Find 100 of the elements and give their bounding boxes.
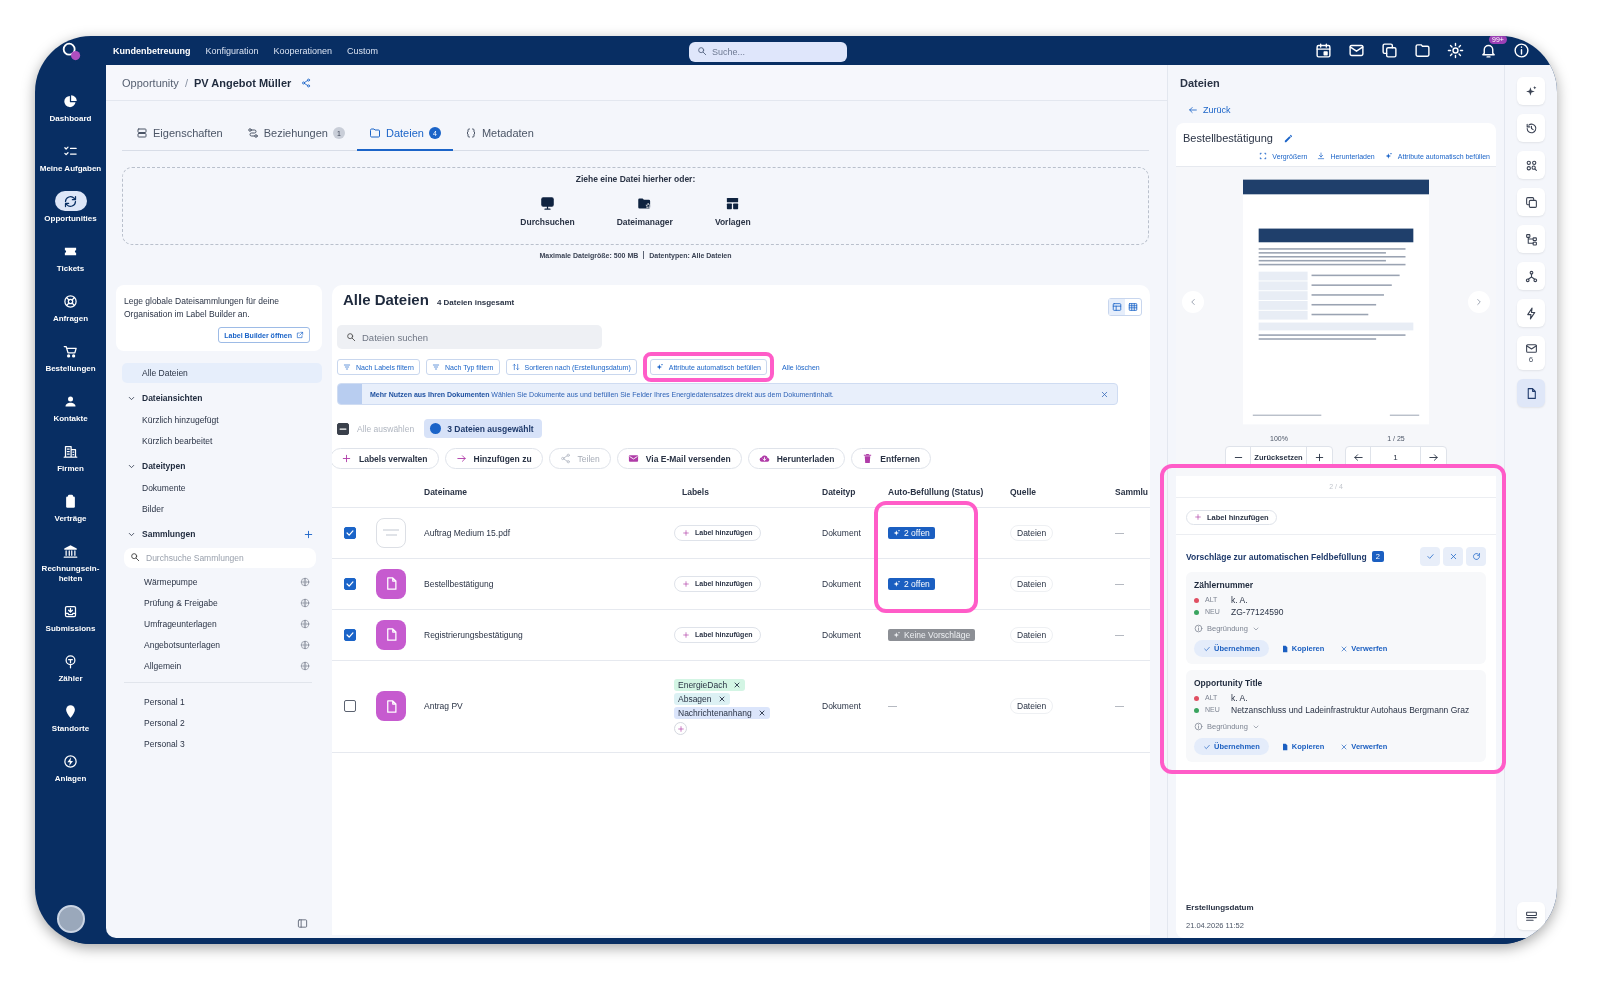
group-header[interactable]: Sammlungen [122, 523, 322, 545]
add-collection-button[interactable] [303, 528, 314, 540]
sidebar-item[interactable]: Kürzlich bearbeitet [122, 430, 322, 451]
menu-item[interactable]: Kooperationen [273, 45, 333, 56]
tab[interactable]: Eigenschaften [124, 117, 235, 151]
close-button[interactable] [1100, 389, 1109, 399]
column-header[interactable]: Dateityp [822, 486, 856, 497]
file-name[interactable]: Registrierungsbestätigung [424, 629, 523, 640]
file-name[interactable]: Auftrag Medium 15.pdf [424, 527, 510, 538]
close-icon [1340, 644, 1349, 653]
search-field[interactable]: Suche... [689, 41, 847, 62]
sidebar-item[interactable]: Allgemein [122, 655, 322, 676]
back-link[interactable]: Zurück [1188, 105, 1496, 115]
view-button[interactable] [1109, 299, 1125, 315]
reject-all-button[interactable] [1443, 547, 1463, 566]
column-header[interactable]: Auto-Befüllung (Status) [888, 486, 984, 497]
nav-item[interactable]: Standorte [38, 701, 103, 734]
group-header[interactable]: Dateiansichten [122, 387, 322, 409]
sidebar-item[interactable]: Bilder [122, 498, 322, 519]
sidebar-tool-button[interactable] [1517, 262, 1545, 290]
nav-item[interactable]: Dashboard [38, 91, 103, 124]
page-field[interactable]: 1 [1371, 447, 1421, 467]
settings-button[interactable] [1446, 41, 1465, 60]
checkbox[interactable] [344, 628, 356, 641]
expand-icon [1259, 152, 1268, 160]
sidebar-tool-button[interactable] [1517, 225, 1545, 253]
sidebar-item[interactable]: Personal 3 [122, 733, 322, 754]
calendar-button[interactable] [1314, 41, 1333, 60]
column-header[interactable]: Labels [682, 486, 709, 497]
sidebar-item[interactable]: Kürzlich hinzugefügt [122, 409, 322, 430]
sidebar-tool-button[interactable] [1517, 379, 1545, 407]
nav-item[interactable]: Bestellungen [38, 341, 103, 374]
action-button[interactable]: Hinzufügen zu [444, 448, 543, 469]
column-header[interactable]: Quelle [1010, 486, 1036, 497]
drop-zone[interactable]: Ziehe eine Datei hierher oder: Durchsuchen Dateimanager Vorlagen [122, 167, 1149, 245]
file-name[interactable]: Bestellbestätigung [424, 578, 494, 589]
search-field[interactable]: Durchsuche Sammlungen [124, 548, 316, 568]
sidebar-tool-button[interactable] [1517, 151, 1545, 179]
filter-icon [432, 363, 440, 371]
sidebar-item[interactable]: Personal 1 [122, 691, 322, 712]
menu-item[interactable]: Custom [347, 45, 379, 56]
status-badge[interactable]: 2 offen [888, 526, 935, 539]
share-button[interactable] [301, 77, 312, 88]
action-button[interactable]: Herunterladen [747, 448, 846, 469]
upload-option[interactable]: Dateimanager [616, 196, 673, 227]
column-header[interactable]: Sammlu [1115, 486, 1149, 497]
column-header[interactable]: Dateiname [424, 486, 467, 497]
action-button[interactable]: Via E-Mail versenden [616, 448, 742, 469]
menu-item[interactable]: Kundenbetreuung [113, 45, 191, 56]
upload-option[interactable]: Vorlagen [714, 196, 751, 227]
checkbox[interactable] [344, 577, 356, 590]
checkbox[interactable] [344, 700, 356, 712]
nav-item[interactable]: Meine Aufgaben [38, 141, 103, 174]
sidebar-item[interactable]: Angebotsunterlagen [122, 634, 322, 655]
status-badge[interactable]: 2 offen [888, 577, 935, 590]
nav-item[interactable]: Kontakte [38, 391, 103, 424]
breadcrumb-link[interactable]: Opportunity [122, 76, 179, 89]
sidebar-item[interactable]: Dokumente [122, 477, 322, 498]
nav-item[interactable]: Opportunities [38, 191, 103, 224]
sidebar-tool-button[interactable] [1517, 188, 1545, 216]
remove-label-button[interactable] [757, 709, 766, 717]
tab[interactable]: Metadaten [452, 117, 546, 151]
sidebar-item[interactable]: Wärmepumpe [122, 571, 322, 592]
nav-item[interactable]: Verträge [38, 491, 103, 524]
action-button[interactable]: Labels verwalten [332, 448, 439, 469]
menu-item[interactable]: Konfiguration [205, 45, 259, 56]
group-header[interactable]: Dateitypen [122, 455, 322, 477]
checkbox[interactable] [344, 526, 356, 539]
sidebar-tool-button[interactable] [1517, 902, 1545, 930]
nav-item[interactable]: Tickets [38, 241, 103, 274]
nav-item[interactable]: Zähler [38, 651, 103, 684]
sidebar-tool-button[interactable] [1517, 299, 1545, 327]
view-toggle[interactable] [1108, 298, 1142, 316]
document-icon [1280, 644, 1289, 653]
edit-button[interactable] [1282, 132, 1294, 144]
folder-button[interactable] [1413, 41, 1432, 60]
refresh-button[interactable] [1466, 547, 1486, 566]
action-button[interactable]: Entfernen [851, 448, 931, 469]
remove-label-button[interactable] [717, 695, 726, 703]
sidebar-tool-button[interactable]: 6 [1517, 336, 1545, 370]
sidebar-item[interactable]: Personal 2 [122, 712, 322, 733]
file-name[interactable]: Antrag PV [424, 701, 463, 711]
collapse-sidebar-button[interactable] [297, 918, 308, 929]
sidebar-tool-button[interactable] [1517, 77, 1545, 105]
nav-item[interactable]: Anlagen [38, 751, 103, 784]
sidebar-item[interactable]: Prüfung & Freigabe [122, 592, 322, 613]
field-label: Erstellungsdatum [1186, 903, 1255, 912]
remove-label-button[interactable] [733, 681, 742, 689]
arrow-right-icon [1428, 451, 1439, 463]
upload-option[interactable]: Durchsuchen [520, 196, 575, 227]
sidebar-tool-button[interactable] [1517, 114, 1545, 142]
copy-button[interactable] [1380, 41, 1399, 60]
sidebar-item[interactable]: Alle Dateien [122, 363, 322, 383]
nav-item[interactable]: Rechnungsein-heiten [38, 541, 103, 584]
nav-item[interactable]: Submissions [38, 601, 103, 634]
search-field[interactable]: Dateien suchen [337, 325, 602, 349]
user-avatar[interactable] [56, 905, 85, 933]
nav-item[interactable]: Firmen [38, 441, 103, 474]
nav-item[interactable]: Anfragen [38, 291, 103, 324]
sidebar-item[interactable]: Umfrageunterlagen [122, 613, 322, 634]
